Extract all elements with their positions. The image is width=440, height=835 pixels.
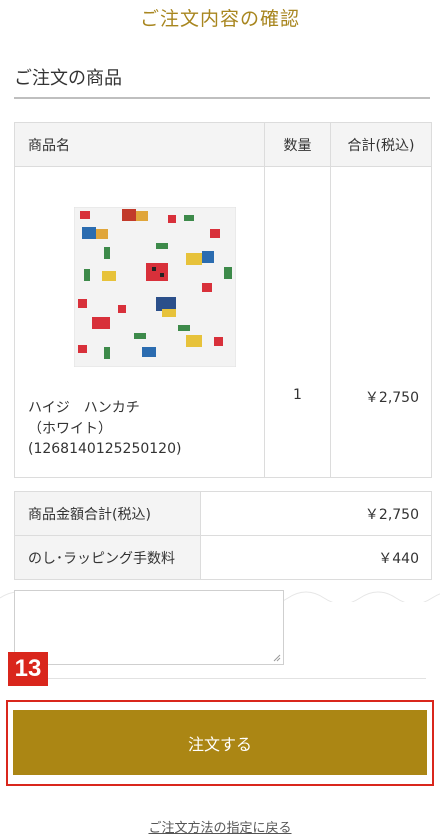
summary-value: ￥440: [200, 535, 432, 580]
header-product-name: 商品名: [14, 122, 265, 167]
table-row: ハイジ ハンカチ （ホワイト） (1268140125250120) 1 ￥2,…: [14, 166, 432, 478]
summary-label: 商品金額合計(税込): [14, 491, 201, 536]
quantity-cell: 1: [264, 166, 331, 478]
summary-label: のし･ラッピング手数料: [14, 535, 201, 580]
step-number-badge: 13: [8, 652, 48, 686]
order-items-table: 商品名 数量 合計(税込) ハイジ ハンカチ （ホワイト） (126814012…: [14, 122, 432, 478]
product-color-line: （ホワイト）: [28, 420, 112, 437]
product-name-line: ハイジ ハンカチ: [28, 400, 140, 416]
summary-row: 商品金額合計(税込) ￥2,750: [14, 491, 432, 536]
section-divider: [14, 97, 430, 99]
page-title: ご注文内容の確認: [139, 8, 300, 30]
resize-grip-icon[interactable]: [273, 654, 281, 662]
product-name: ハイジ ハンカチ （ホワイト） (1268140125250120): [28, 398, 264, 460]
product-cell: ハイジ ハンカチ （ホワイト） (1268140125250120): [14, 166, 265, 478]
section-divider: [14, 678, 426, 679]
message-textarea[interactable]: [14, 590, 284, 665]
product-image[interactable]: [74, 207, 236, 367]
price-summary-table: 商品金額合計(税込) ￥2,750 のし･ラッピング手数料 ￥440: [14, 491, 432, 580]
header-quantity: 数量: [264, 122, 331, 167]
header-total: 合計(税込): [330, 122, 432, 167]
total-cell: ￥2,750: [330, 166, 432, 478]
back-to-order-method-link[interactable]: ご注文方法の指定に戻る: [0, 817, 440, 835]
product-code-line: (1268140125250120): [28, 441, 182, 457]
table-header-row: 商品名 数量 合計(税込): [14, 122, 432, 167]
summary-row: のし･ラッピング手数料 ￥440: [14, 535, 432, 580]
summary-value: ￥2,750: [200, 491, 432, 536]
section-heading: ご注文の商品: [14, 68, 122, 89]
place-order-button[interactable]: 注文する: [13, 710, 427, 775]
